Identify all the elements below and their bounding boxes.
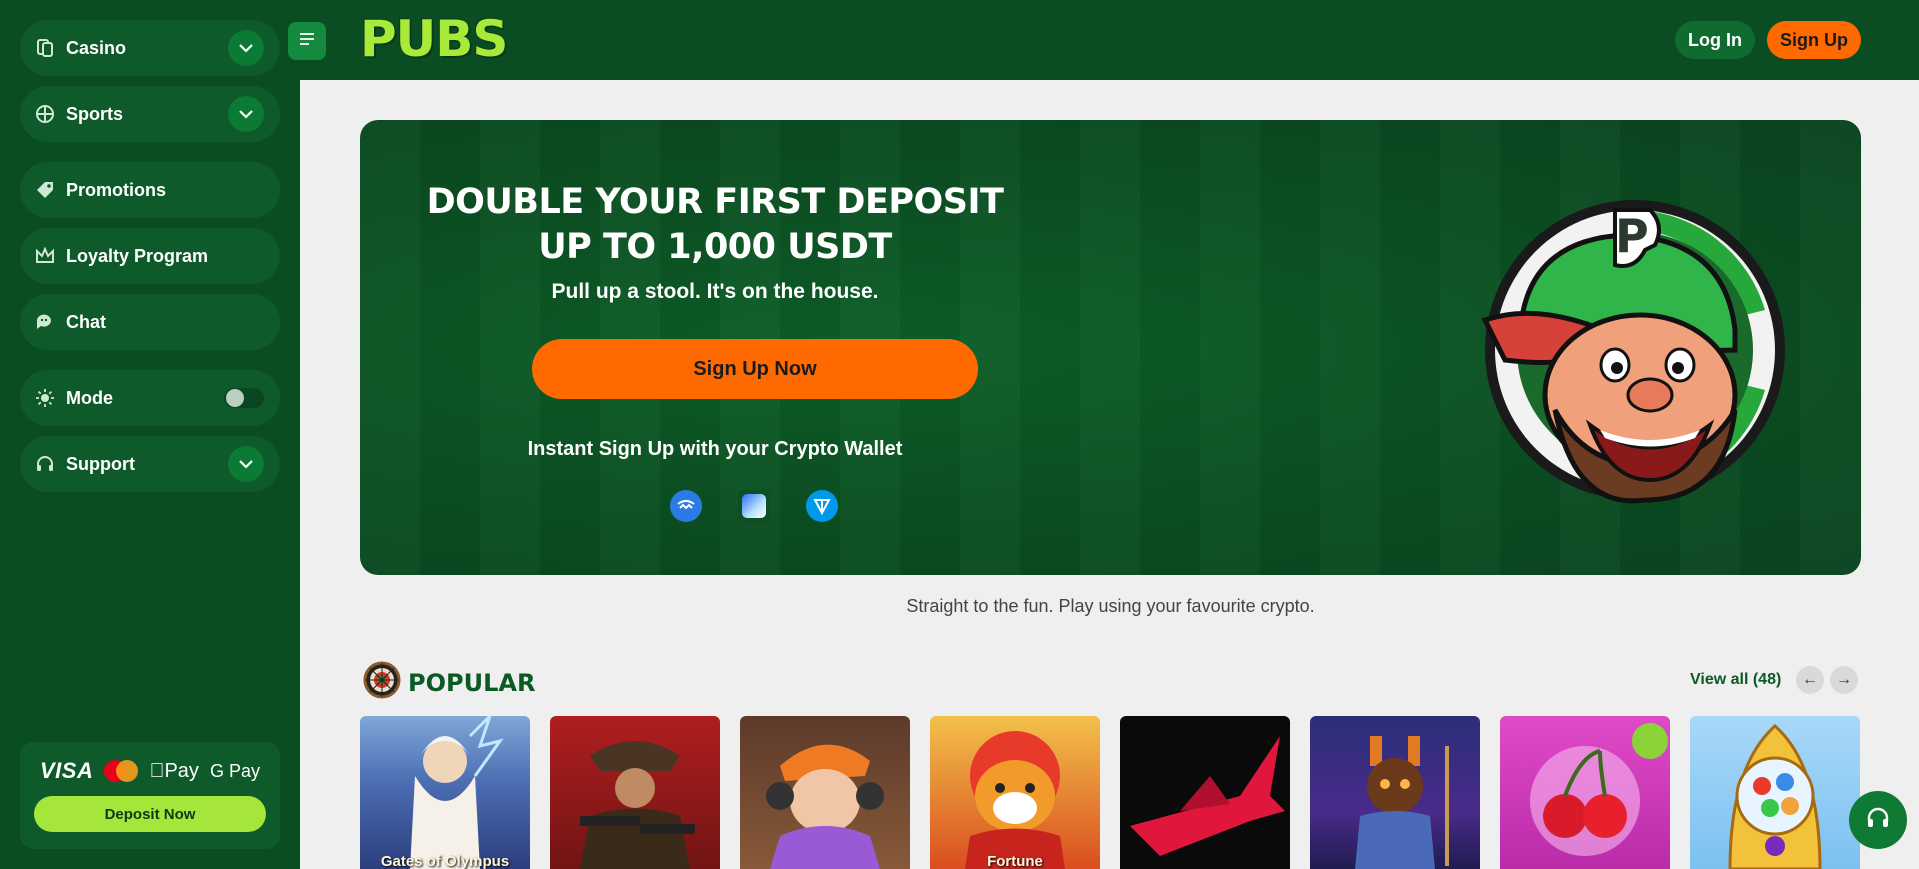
sidebar-item-casino[interactable]: Casino [20, 20, 280, 76]
game-name: Fortune [987, 853, 1043, 869]
game-card[interactable] [1690, 716, 1860, 869]
sidebar-item-mode[interactable]: Mode [20, 370, 280, 426]
mode-toggle[interactable] [224, 388, 264, 408]
sidebar-item-loyalty[interactable]: Loyalty Program [20, 228, 280, 284]
dartboard-icon [362, 660, 402, 705]
site-logo[interactable]: PUBS [360, 10, 508, 68]
tag-icon [34, 179, 56, 201]
sidebar-item-chat[interactable]: Chat [20, 294, 280, 350]
hero-subtitle: Pull up a stool. It's on the house. [551, 280, 879, 303]
ton-icon[interactable] [806, 490, 838, 522]
chevron-down-icon[interactable] [228, 446, 264, 482]
game-card[interactable] [740, 716, 910, 869]
game-card[interactable]: Fortune [930, 716, 1100, 869]
signup-button[interactable]: Sign Up [1767, 21, 1861, 59]
payment-logos: VISA Pay G Pay [34, 756, 266, 786]
ball-icon [34, 103, 56, 125]
sidebar-item-label: Support [66, 453, 135, 474]
pub-mascot-image: P [1465, 180, 1785, 520]
sidebar-item-label: Loyalty Program [66, 245, 209, 266]
sidebar-item-label: Mode [66, 387, 113, 408]
arrow-left-icon[interactable]: ← [1796, 666, 1824, 694]
crown-icon [34, 245, 56, 267]
sidebar-item-promotions[interactable]: Promotions [20, 162, 280, 218]
menu-icon [299, 32, 315, 51]
game-card[interactable] [550, 716, 720, 869]
apple-pay-logo: Pay [149, 760, 198, 783]
walletconnect-icon[interactable] [670, 490, 702, 522]
game-card[interactable] [1500, 716, 1670, 869]
arrow-right-icon[interactable]: → [1830, 666, 1858, 694]
sidebar-item-sports[interactable]: Sports [20, 86, 280, 142]
chevron-down-icon[interactable] [228, 96, 264, 132]
login-button[interactable]: Log In [1675, 21, 1755, 59]
coinbase-wallet-icon[interactable] [738, 490, 770, 522]
cards-icon [34, 37, 56, 59]
hero-tagline: Straight to the fun. Play using your fav… [906, 596, 1315, 616]
sidebar-item-support[interactable]: Support [20, 436, 280, 492]
sidebar-item-label: Sports [66, 103, 124, 124]
support-chat-button[interactable] [1849, 791, 1907, 849]
hero-banner: DOUBLE YOUR FIRST DEPOSIT UP TO 1,000 US… [360, 120, 1861, 575]
headset-icon [1865, 805, 1891, 836]
wallet-options [670, 490, 870, 524]
payment-card: VISA Pay G Pay Deposit Now [20, 742, 280, 849]
game-card[interactable] [1120, 716, 1290, 869]
apple-pay-label: Pay [159, 759, 198, 782]
game-card[interactable] [1310, 716, 1480, 869]
toggle-knob [226, 389, 244, 407]
sidebar-item-label: Promotions [66, 179, 167, 200]
headset-icon [34, 453, 56, 475]
popular-header: POPULAR [362, 660, 535, 705]
visa-logo: VISA [40, 758, 94, 783]
sidebar: Casino Sports Promotions Loyalty Program… [0, 0, 300, 869]
svg-text:P: P [1615, 209, 1649, 263]
sidebar-item-label: Chat [66, 311, 106, 332]
hero-title: DOUBLE YOUR FIRST DEPOSIT UP TO 1,000 US… [426, 182, 1004, 267]
game-card[interactable]: Gates of Olympus [360, 716, 530, 869]
popular-title: POPULAR [408, 668, 536, 697]
popular-games-row: Gates of Olympus Fortune [360, 716, 1861, 869]
mastercard-icon [104, 760, 139, 782]
game-name: Gates of Olympus [380, 853, 510, 869]
sun-icon [34, 387, 56, 409]
sidebar-item-label: Casino [66, 37, 127, 58]
google-pay-logo: G Pay [209, 760, 260, 781]
menu-toggle-button[interactable] [288, 22, 326, 60]
deposit-now-button[interactable]: Deposit Now [34, 796, 266, 832]
chat-icon [34, 311, 56, 333]
chevron-down-icon[interactable] [228, 30, 264, 66]
view-all-link[interactable]: View all (48) [1690, 671, 1781, 689]
hero-signup-button[interactable]: Sign Up Now [532, 339, 978, 399]
wallet-signup-text: Instant Sign Up with your Crypto Wallet [527, 438, 903, 460]
